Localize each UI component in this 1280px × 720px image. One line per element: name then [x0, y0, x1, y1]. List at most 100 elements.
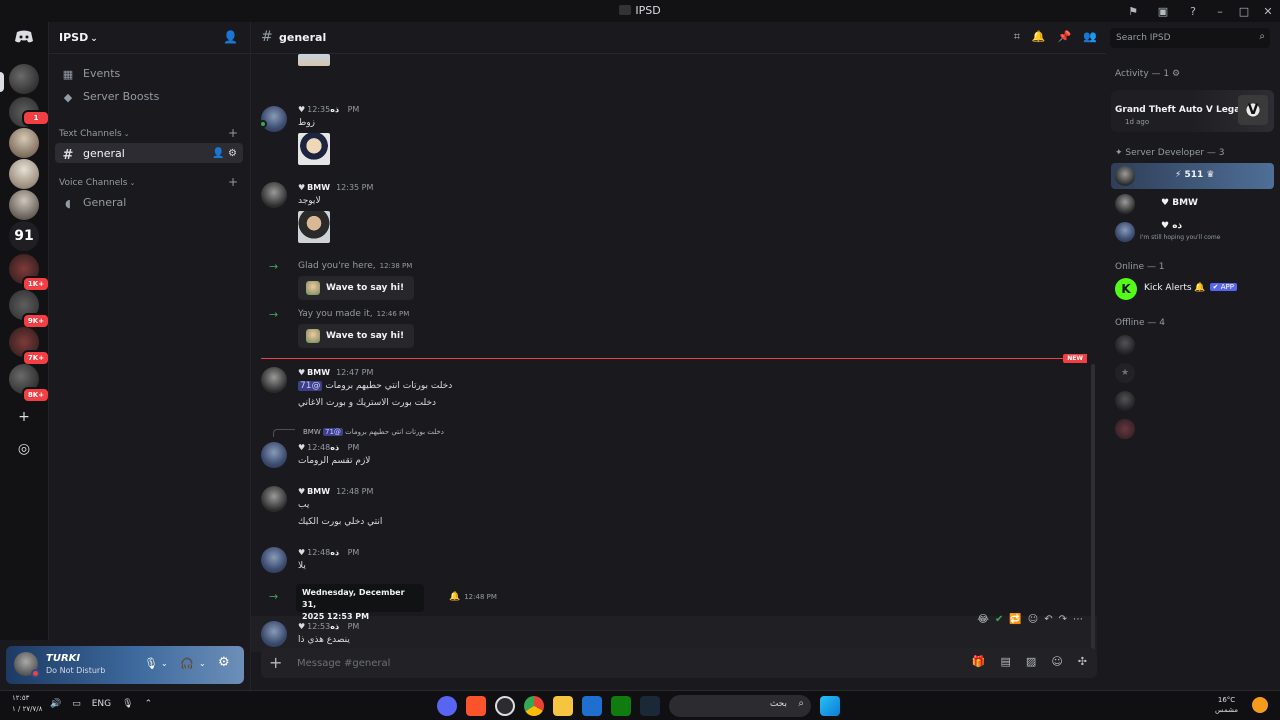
invite-people-icon[interactable]: 👤 [223, 30, 238, 44]
forward-icon[interactable]: ↷ [1059, 614, 1067, 625]
image-attachment[interactable] [298, 133, 330, 165]
server-logo-icon [619, 5, 632, 15]
member-item[interactable]: ★ [1111, 360, 1274, 386]
server-icon[interactable] [9, 159, 39, 189]
image-attachment[interactable] [298, 54, 330, 66]
reaction-check-icon[interactable]: ✔ [995, 614, 1003, 625]
wave-button[interactable]: Wave to say hi! [298, 324, 415, 348]
reaction-repeat-icon[interactable]: 🔁 [1009, 614, 1021, 625]
brave-browser-icon[interactable] [466, 696, 486, 716]
wave-button[interactable]: Wave to say hi! [298, 276, 415, 300]
avatar[interactable] [261, 182, 287, 208]
message-author[interactable]: ♥ BMW [298, 183, 330, 192]
server-name[interactable]: IPSD ⌄ [59, 31, 98, 44]
composer-tools: 🎁 ▤ ▨ ☺ ✣ [972, 655, 1087, 668]
minimize-button[interactable]: – [1208, 5, 1232, 18]
member-item[interactable]: ♥ ذه I'm still hoping you'll come [1111, 219, 1274, 245]
close-button[interactable]: ✕ [1256, 5, 1280, 18]
add-reaction-icon[interactable]: ☺ [1028, 614, 1038, 625]
activity-card[interactable]: Grand Theft Auto V Legacy 1d ago V [1111, 90, 1274, 132]
language-indicator[interactable]: ENG [92, 699, 111, 709]
pin-icon[interactable]: 📌 [1058, 30, 1072, 44]
server-icon[interactable] [9, 190, 39, 220]
server-search[interactable]: ⌕ [1110, 28, 1270, 48]
clock[interactable]: ١٢:٥٣ ٢٧/٧/٨ / ١ [12, 693, 42, 715]
network-icon[interactable]: ▭ [72, 699, 81, 709]
sidebar-item-server-boosts[interactable]: ◆ Server Boosts [55, 86, 243, 106]
avatar[interactable] [261, 621, 287, 647]
server-icon-ipsd[interactable] [9, 64, 39, 94]
reply-preview[interactable]: BMW دخلت بورتات انتي حطيهم برومات @71 [303, 428, 444, 436]
image-attachment[interactable] [298, 211, 330, 243]
steam-icon[interactable] [640, 696, 660, 716]
gift-icon[interactable]: 🎁 [972, 655, 986, 668]
avatar[interactable] [261, 442, 287, 468]
search-input[interactable] [1116, 31, 1246, 45]
discord-app-icon[interactable] [437, 696, 457, 716]
microphone-icon[interactable]: 🎙 [144, 657, 158, 670]
headphones-icon[interactable]: 🎧 [180, 657, 194, 670]
gif-icon[interactable]: ▤ [1001, 655, 1011, 668]
avatar[interactable] [261, 367, 287, 393]
microphone-icon[interactable]: 🎙 [122, 699, 133, 709]
discover-icon[interactable]: ◎ [14, 439, 34, 459]
voice-channel-general[interactable]: ◖ General [55, 192, 243, 212]
taskbar-search[interactable]: بحث ⌕ [669, 695, 811, 717]
help-icon[interactable]: ? [1178, 5, 1208, 18]
notification-bell-icon[interactable]: 🔔 [1032, 30, 1046, 44]
message-author[interactable]: ♥ BMW [298, 487, 330, 496]
reaction-laugh-icon[interactable]: 😂 [977, 614, 989, 625]
member-item[interactable]: K Kick Alerts 🔔 ✔ APP [1111, 276, 1274, 302]
store-icon[interactable] [582, 696, 602, 716]
discord-home-icon[interactable] [14, 30, 34, 44]
user-mention[interactable]: @71 [298, 381, 323, 391]
weather-widget[interactable]: 16°C مشمس [1215, 695, 1238, 715]
add-server-icon[interactable]: + [14, 407, 34, 427]
maximize-button[interactable]: □ [1232, 5, 1256, 18]
add-channel-icon[interactable]: + [228, 175, 238, 189]
category-text-channels[interactable]: Text Channels ⌄ [59, 129, 130, 139]
member-item[interactable] [1111, 416, 1274, 442]
avatar[interactable] [261, 547, 287, 573]
server-header[interactable]: IPSD ⌄ 👤 [49, 22, 251, 54]
app-icon[interactable] [495, 696, 515, 716]
add-channel-icon[interactable]: + [228, 126, 238, 140]
scrollbar[interactable] [1091, 364, 1095, 652]
avatar[interactable] [261, 106, 287, 132]
emoji-icon[interactable]: ☺ [1051, 655, 1062, 668]
category-voice-channels[interactable]: Voice Channels ⌄ [59, 178, 135, 188]
server-icon[interactable] [9, 128, 39, 158]
channel-settings-icon[interactable]: 👤 ⚙ [212, 148, 237, 159]
attach-plus-icon[interactable]: + [269, 653, 282, 672]
member-item[interactable]: ⚡ 511 ♛ [1111, 163, 1274, 189]
more-options-icon[interactable]: ⋯ [1073, 614, 1083, 625]
volume-icon[interactable]: 🔊 [50, 699, 61, 709]
server-icon[interactable]: 91 [9, 221, 39, 251]
member-item[interactable] [1111, 388, 1274, 414]
xbox-icon[interactable] [611, 696, 631, 716]
message-author[interactable]: ♥ BMW [298, 368, 330, 377]
chevron-down-icon[interactable]: ⌄ [161, 659, 168, 668]
member-list-icon[interactable]: 👥 [1083, 30, 1097, 44]
channel-general[interactable]: # general 👤 ⚙ [55, 143, 243, 163]
sidebar-item-events[interactable]: ▦ Events [55, 63, 243, 83]
file-explorer-icon[interactable] [553, 696, 573, 716]
sticker-icon[interactable]: ▨ [1026, 655, 1036, 668]
window-icon[interactable]: ▣ [1148, 5, 1178, 18]
message-header: ♥ ذه12:35 PM [298, 105, 359, 114]
message-input[interactable] [297, 655, 897, 671]
reply-icon[interactable]: ↶ [1044, 614, 1052, 625]
avatar[interactable] [261, 486, 287, 512]
inbox-icon[interactable]: ⚑ [1118, 5, 1148, 18]
gear-icon[interactable]: ⚙ [1172, 69, 1180, 79]
chevron-down-icon[interactable]: ⌄ [199, 659, 206, 668]
apps-icon[interactable]: ✣ [1078, 655, 1087, 668]
chevron-up-icon[interactable]: ⌃ [145, 699, 153, 709]
user-name[interactable]: TURKI [46, 653, 80, 664]
member-item[interactable]: ♥ BMW [1111, 191, 1274, 217]
threads-icon[interactable]: ⌗ [1014, 30, 1020, 44]
windows-start-icon[interactable] [820, 696, 840, 716]
member-item[interactable] [1111, 332, 1274, 358]
user-settings-icon[interactable]: ⚙ [218, 655, 230, 670]
chrome-icon[interactable] [524, 696, 544, 716]
